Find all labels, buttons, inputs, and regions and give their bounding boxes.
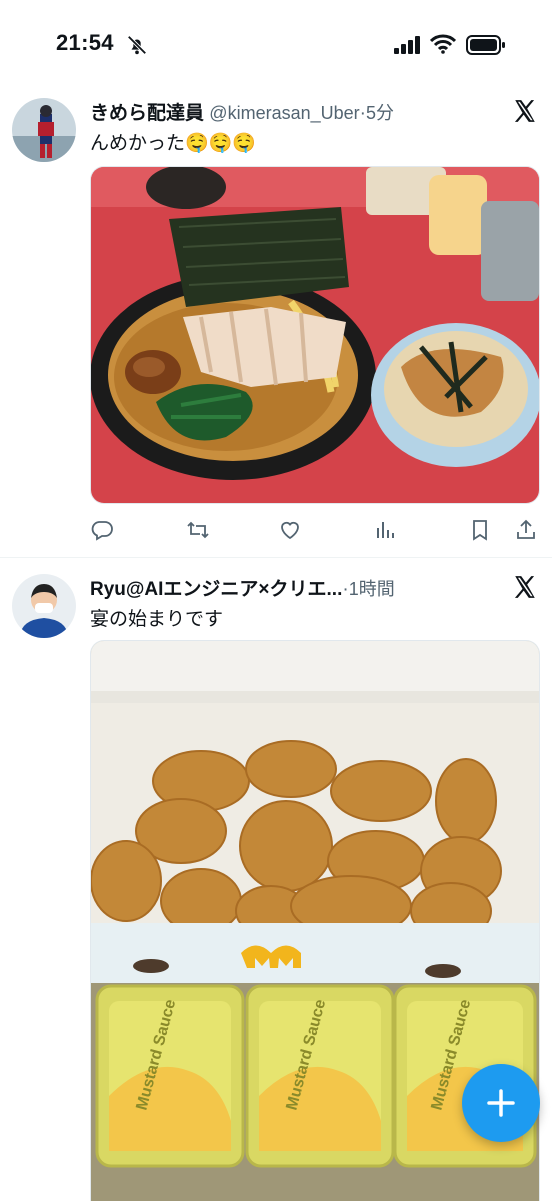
reply-icon[interactable] [90,518,114,542]
wifi-icon [430,34,456,54]
ramen-photo [91,167,539,503]
x-logo-icon [514,576,535,598]
signal-icon [394,36,420,54]
tweet-header: きめら配達員 @kimerasan_Uber·5分 [90,98,500,124]
tweet-text: 宴の始まりです [90,609,224,630]
bookmark-icon[interactable] [468,518,492,542]
plus-icon [487,1089,515,1117]
compose-button[interactable] [462,1064,540,1142]
tweet-media-ramen[interactable] [90,166,540,504]
tweet-actions [90,518,540,548]
bell-off-icon [127,35,147,55]
tweet-text: んめかった🤤🤤🤤 [90,133,256,154]
tweet-header: Ryu@AIエンジニア×クリエ...·1時間 [90,574,500,600]
battery-icon [466,35,505,55]
avatar[interactable] [12,574,76,638]
display-name[interactable]: きめら配達員 [90,103,204,124]
x-logo-icon [514,100,535,122]
display-name[interactable]: Ryu@AIエンジニア×クリエ... [90,579,342,600]
like-icon[interactable] [278,518,302,542]
status-time: 21:54 [56,30,114,55]
timestamp[interactable]: 5分 [366,103,394,123]
views-icon[interactable] [374,518,398,542]
tweet-1[interactable]: きめら配達員 @kimerasan_Uber·5分 んめかった🤤🤤🤤 [0,86,552,558]
status-bar: 21:54 [0,0,552,87]
retweet-icon[interactable] [186,518,210,542]
share-icon[interactable] [514,518,538,542]
timestamp[interactable]: 1時間 [349,579,395,599]
handle[interactable]: @kimerasan_Uber [209,103,359,123]
avatar[interactable] [12,98,76,162]
